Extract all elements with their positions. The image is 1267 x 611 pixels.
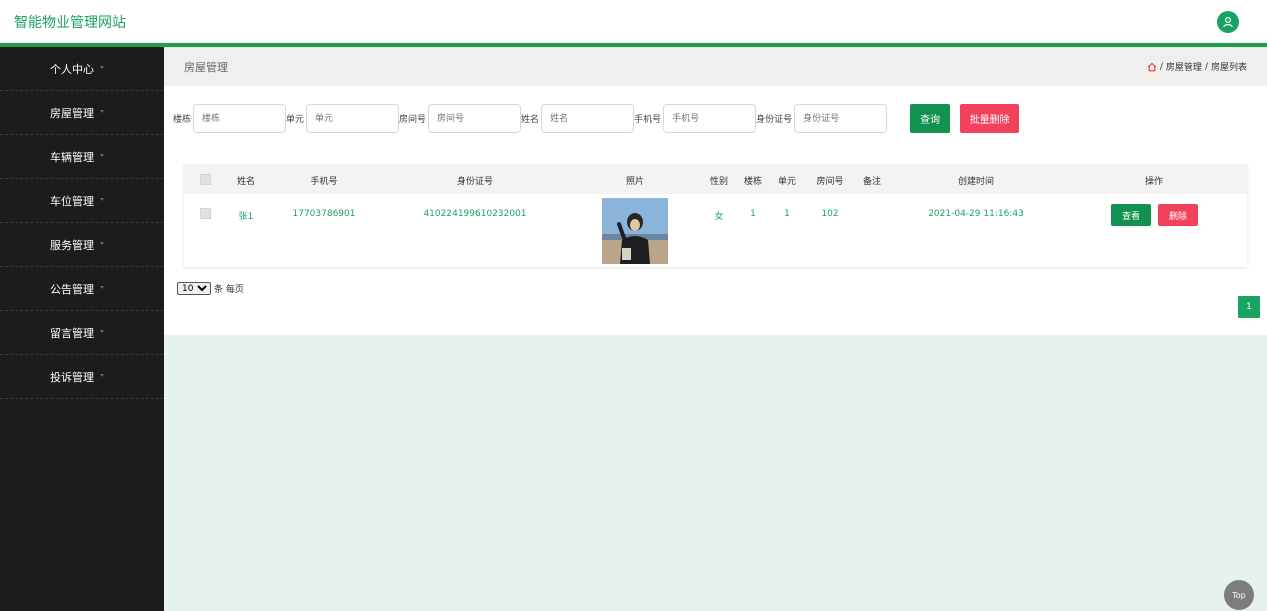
phone-label: 手机号 [634,115,662,125]
breadcrumb-current: 房屋列表 [1210,63,1247,73]
cell-phone: 17703786901 [292,209,356,219]
cell-id-number: 410224199610232001 [423,209,527,219]
sidebar-item-service[interactable]: 服务管理 [0,223,164,267]
building-input[interactable] [193,104,287,133]
top-header: 智能物业管理网站 [0,0,1267,43]
column-header: 创建时间 [957,177,995,187]
sidebar-item-label: 留言管理 [50,326,94,340]
column-header: 备注 [862,177,882,187]
home-icon[interactable] [1147,62,1157,72]
cell-name: 张1 [238,212,254,222]
column-header: 身份证号 [456,177,494,187]
column-header: 楼栋 [743,177,763,187]
column-header: 单元 [777,177,797,187]
query-button[interactable]: 查询 [910,104,951,133]
sidebar-item-message[interactable]: 留言管理 [0,311,164,355]
sidebar-item-complaint[interactable]: 投诉管理 [0,355,164,399]
breadcrumb-section[interactable]: 房屋管理 [1166,60,1202,73]
sidebar-item-label: 车位管理 [50,194,94,208]
select-all-checkbox[interactable] [200,174,211,185]
caret-down-icon [100,66,104,69]
sidebar: 个人中心 房屋管理 车辆管理 车位管理 服务管理 公告管理 留言管理 投诉管理 [0,47,164,611]
sidebar-item-notice[interactable]: 公告管理 [0,267,164,311]
sidebar-item-label: 个人中心 [50,62,94,76]
caret-down-icon [100,242,104,245]
sidebar-item-label: 房屋管理 [50,106,94,120]
phone-input[interactable] [663,104,757,133]
page-size-control: 10 条 每页 [177,282,244,295]
caret-down-icon [100,110,104,113]
cell-gender: 女 [714,212,724,222]
column-header: 性别 [709,177,729,187]
page-title: 房屋管理 [184,61,228,74]
back-to-top-button[interactable]: Top [1224,580,1254,610]
table-header: 姓名 手机号 身份证号 照片 性别 楼栋 单元 房间号 备注 创建时间 操作 [184,164,1247,194]
cell-room: 102 [821,209,839,219]
name-label: 姓名 [521,115,540,125]
caret-down-icon [100,154,104,157]
breadcrumb-separator: / [1204,61,1208,72]
caret-down-icon [100,286,104,289]
site-title: 智能物业管理网站 [14,15,126,31]
house-table: 姓名 手机号 身份证号 照片 性别 楼栋 单元 房间号 备注 创建时间 操作 张… [184,164,1247,267]
column-header: 房间号 [816,177,844,187]
batch-delete-button[interactable]: 批量删除 [960,104,1020,133]
caret-down-icon [100,330,104,333]
sidebar-item-label: 公告管理 [50,282,94,296]
column-header: 操作 [1144,177,1164,187]
caret-down-icon [100,198,104,201]
page-number-button[interactable]: 1 [1238,296,1260,318]
id-number-label: 身份证号 [756,115,793,125]
caret-down-icon [100,374,104,377]
main-panel: 楼栋 单元 房间号 姓名 手机号 身份证号 查询 批量删除 姓名 手机号 身份证… [164,86,1267,335]
column-header: 姓名 [236,177,256,187]
view-button[interactable]: 查看 [1111,204,1151,226]
cell-unit: 1 [784,209,790,219]
user-avatar-button[interactable] [1217,11,1239,33]
room-input[interactable] [428,104,522,133]
breadcrumb-separator: / [1159,61,1163,72]
sidebar-item-house[interactable]: 房屋管理 [0,91,164,135]
id-number-input[interactable] [794,104,888,133]
sidebar-item-label: 车辆管理 [50,150,94,164]
row-checkbox[interactable] [200,208,211,219]
user-icon [1223,16,1233,28]
resident-photo [602,198,668,264]
unit-input[interactable] [306,104,400,133]
page-size-select[interactable]: 10 [177,282,211,295]
sidebar-item-label: 投诉管理 [50,370,94,384]
sidebar-item-profile[interactable]: 个人中心 [0,47,164,91]
sidebar-item-label: 服务管理 [50,238,94,252]
name-input[interactable] [541,104,635,133]
sidebar-item-vehicle[interactable]: 车辆管理 [0,135,164,179]
cell-created-time: 2021-04-29 11:16:43 [928,209,1024,219]
building-label: 楼栋 [173,115,192,125]
column-header: 手机号 [310,177,338,187]
cell-building: 1 [750,209,756,219]
panel-header: 房屋管理 / 房屋管理 / 房屋列表 [164,47,1267,86]
breadcrumb: / 房屋管理 / 房屋列表 [1147,60,1247,73]
column-header: 照片 [625,177,645,187]
unit-label: 单元 [286,115,305,125]
sidebar-item-parking[interactable]: 车位管理 [0,179,164,223]
delete-button[interactable]: 删除 [1158,204,1198,226]
search-form: 楼栋 单元 房间号 姓名 手机号 身份证号 查询 批量删除 [173,104,1020,133]
room-label: 房间号 [399,115,427,125]
page-size-suffix: 条 每页 [214,285,244,295]
